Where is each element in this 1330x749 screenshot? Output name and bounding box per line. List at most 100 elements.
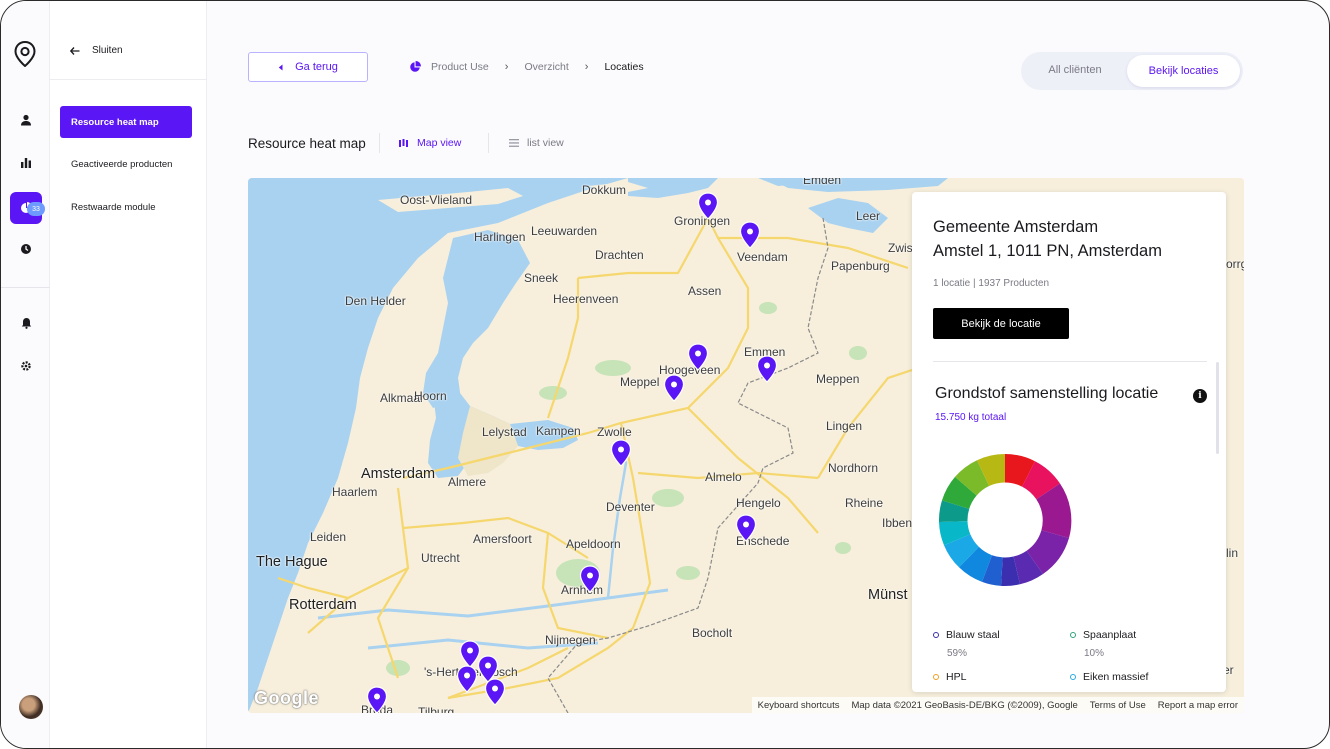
legend-label: Eiken massief <box>1083 671 1149 683</box>
terms-link[interactable]: Terms of Use <box>1090 700 1146 711</box>
breadcrumb-item[interactable]: Product Use <box>431 61 489 73</box>
map-label: Nordhorn <box>828 461 879 475</box>
legend-item: HPL <box>933 671 966 683</box>
map-label: Rheine <box>845 496 884 510</box>
location-pin-icon[interactable] <box>663 374 685 402</box>
composition-total: 15.750 kg totaal <box>935 412 1007 423</box>
legend-dot-icon <box>933 674 939 680</box>
google-logo: Google <box>254 688 319 708</box>
location-pin-icon[interactable] <box>366 686 388 713</box>
legend-label: HPL <box>946 671 967 683</box>
map-label: Drachten <box>595 248 644 262</box>
legend-dot-icon <box>1070 674 1076 680</box>
breadcrumb: Product Use › Overzicht › Locaties <box>409 59 644 75</box>
map-label: Kampen <box>536 424 581 438</box>
breadcrumb-item[interactable]: Overzicht <box>524 61 568 73</box>
map-label: Amsterdam <box>361 466 436 482</box>
clock-icon[interactable] <box>10 233 42 265</box>
map-label: Heerenveen <box>553 292 619 306</box>
sidebar-item-restwaarde-module[interactable]: Restwaarde module <box>60 191 192 223</box>
location-pin-icon[interactable] <box>456 665 478 693</box>
location-pin-icon[interactable] <box>735 514 757 542</box>
map-label: Sneek <box>524 271 559 285</box>
location-name-line: Gemeente Amsterdam <box>933 218 1099 236</box>
map-label: Hengelo <box>736 496 781 510</box>
map-label: Leiden <box>310 530 347 544</box>
location-address: Amstel 1, 1011 PN, Amsterdam <box>933 242 1162 260</box>
composition-donut-chart <box>938 453 1072 587</box>
back-label: Ga terug <box>295 61 338 73</box>
logo-icon[interactable] <box>14 41 36 67</box>
location-pin-icon[interactable] <box>687 343 709 371</box>
location-pin-icon[interactable] <box>756 355 778 383</box>
tab-list-view[interactable]: list view <box>509 137 564 149</box>
bell-icon[interactable] <box>10 307 42 339</box>
user-icon[interactable] <box>10 104 42 136</box>
map-label: Harlingen <box>474 230 526 244</box>
legend-label: Spaanplaat <box>1083 629 1137 641</box>
map-label: Leeuwarden <box>531 224 598 238</box>
map-label: Lingen <box>826 419 863 433</box>
chevron-right-icon: › <box>504 61 509 73</box>
map-label: Münst <box>868 587 908 603</box>
location-pin-icon[interactable] <box>697 192 719 220</box>
sidebar-item-resource-heat-map[interactable]: Resource heat map <box>60 106 192 138</box>
map-label: Ibben <box>882 516 913 530</box>
scrollbar[interactable] <box>1216 362 1219 454</box>
legend-item: Blauw staal <box>933 629 1000 641</box>
close-label: Sluiten <box>92 45 123 56</box>
toggle-all-clients[interactable]: All cliënten <box>1035 64 1115 76</box>
map-label: Veendam <box>737 250 788 264</box>
map-label: The Hague <box>256 554 328 570</box>
map-label: lin <box>1226 546 1239 560</box>
location-info-card: Gemeente Amsterdam Amstel 1, 1011 PN, Am… <box>912 192 1226 692</box>
legend-pct: 59% <box>947 648 968 659</box>
close-sidebar-button[interactable]: Sluiten <box>70 45 123 56</box>
map-label: Zwolle <box>597 425 632 439</box>
chevron-left-icon <box>278 64 283 70</box>
info-icon[interactable]: i <box>1193 389 1207 403</box>
toggle-bekijk-locaties[interactable]: Bekijk locaties <box>1127 55 1240 87</box>
sidebar-item-geactiveerde-producten[interactable]: Geactiveerde producten <box>60 148 192 180</box>
location-pin-icon[interactable] <box>484 678 506 706</box>
map-label: Rotterdam <box>289 597 357 613</box>
location-name: Gemeente Amsterdam Amstel 1, 1011 PN, Am… <box>933 215 1162 263</box>
map-data-text: Map data ©2021 GeoBasis-DE/BKG (©2009), … <box>851 699 1078 711</box>
sub-sidebar: Sluiten Resource heat map Geactiveerde p… <box>50 1 207 748</box>
client-location-toggle: All cliënten Bekijk locaties <box>1021 52 1243 90</box>
map-label: Haarlem <box>332 485 378 499</box>
map-label: Amersfoort <box>473 532 532 546</box>
map-label: Deventer <box>606 500 655 514</box>
settings-icon[interactable] <box>10 350 42 382</box>
divider <box>379 133 380 153</box>
location-pin-icon[interactable] <box>579 565 601 593</box>
view-location-button[interactable]: Bekijk de locatie <box>933 308 1069 339</box>
location-meta: 1 locatie | 1937 Producten <box>933 278 1050 289</box>
legend-pct: 10% <box>1084 648 1105 659</box>
back-button[interactable]: Ga terug <box>248 52 368 82</box>
map-label: Almere <box>448 475 487 489</box>
map-label: Assen <box>688 284 722 298</box>
map-label: Nijmegen <box>545 633 596 647</box>
map-attribution: Keyboard shortcuts Map data ©2021 GeoBas… <box>751 697 1244 713</box>
arrow-left-icon <box>70 46 80 55</box>
map-label: Meppen <box>816 372 860 386</box>
divider <box>488 133 489 153</box>
bar-chart-icon[interactable] <box>10 147 42 179</box>
tab-map-view[interactable]: Map view <box>399 137 461 149</box>
keyboard-shortcuts-link[interactable]: Keyboard shortcuts <box>758 700 840 711</box>
map-label: Utrecht <box>421 551 460 565</box>
location-pin-icon[interactable] <box>610 439 632 467</box>
map-label: Hoorn <box>414 389 447 403</box>
chevron-right-icon: › <box>584 61 589 73</box>
page-title: Resource heat map <box>248 136 366 151</box>
location-pin-icon[interactable] <box>739 221 761 249</box>
map-label: Zwis <box>888 241 913 255</box>
map-label: Leer <box>856 209 881 223</box>
map-label: Dokkum <box>582 183 627 197</box>
avatar[interactable] <box>19 695 43 719</box>
sidebar-divider <box>50 79 207 80</box>
map-label: Papenburg <box>831 259 890 273</box>
report-error-link[interactable]: Report a map error <box>1158 700 1238 711</box>
map-label: orrg <box>1226 257 1244 271</box>
